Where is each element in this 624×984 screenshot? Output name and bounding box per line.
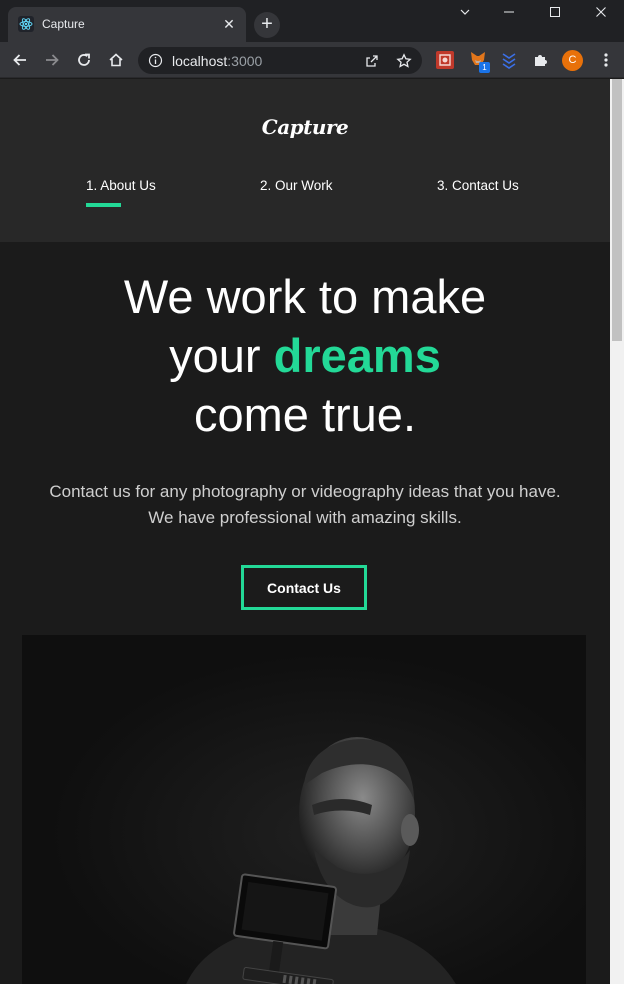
- react-favicon-icon: [18, 16, 34, 32]
- scrollbar-thumb[interactable]: [612, 79, 622, 341]
- minimize-button[interactable]: [486, 0, 532, 24]
- home-button[interactable]: [106, 50, 126, 70]
- arrow-left-icon: [13, 54, 26, 66]
- photographer-image: [22, 635, 586, 984]
- tab-close-icon[interactable]: ✕: [220, 15, 238, 33]
- site-logo[interactable]: Capture: [0, 115, 610, 139]
- extension-chevrons-icon[interactable]: [500, 51, 518, 69]
- url-port: :3000: [227, 53, 263, 69]
- hero-line-2-prefix: your: [169, 329, 274, 382]
- nav-link-contact-us[interactable]: 3. Contact Us: [437, 178, 519, 193]
- hero-line-3: come true.: [193, 388, 417, 441]
- info-icon[interactable]: [148, 53, 163, 68]
- address-bar[interactable]: localhost:3000: [138, 47, 422, 74]
- hero-description: Contact us for any photography or videog…: [0, 479, 610, 531]
- page-viewport: Capture 1. About Us 2. Our Work 3. Conta…: [0, 79, 610, 984]
- hero-description-line-2: We have professional with amazing skills…: [148, 508, 462, 527]
- window-controls: [444, 0, 624, 24]
- page-scrollbar[interactable]: [610, 79, 624, 984]
- close-icon: [596, 7, 606, 17]
- extension-metamask[interactable]: 1: [469, 50, 491, 74]
- star-icon[interactable]: [396, 53, 412, 69]
- active-nav-indicator: [86, 203, 121, 207]
- close-window-button[interactable]: [578, 0, 624, 24]
- share-icon[interactable]: [364, 53, 380, 69]
- hero-title: We work to make your dreams come true.: [0, 267, 610, 444]
- maximize-icon: [550, 7, 560, 17]
- tab-title: Capture: [42, 17, 85, 31]
- nav-link-our-work[interactable]: 2. Our Work: [260, 178, 333, 193]
- hero-description-line-1: Contact us for any photography or videog…: [49, 482, 561, 501]
- home-icon: [109, 53, 123, 67]
- more-vert-icon[interactable]: [600, 52, 612, 68]
- tab-search-button[interactable]: [444, 0, 486, 24]
- profile-avatar[interactable]: C: [562, 50, 583, 71]
- forward-button[interactable]: [42, 50, 62, 70]
- reload-button[interactable]: [74, 50, 94, 70]
- back-button[interactable]: [10, 50, 30, 70]
- url-text[interactable]: localhost:3000: [172, 53, 262, 69]
- hero-accent-word: dreams: [273, 329, 441, 382]
- extensions-puzzle-icon[interactable]: [532, 51, 550, 69]
- site-header: Capture 1. About Us 2. Our Work 3. Conta…: [0, 79, 610, 242]
- browser-titlebar: Capture ✕ +: [0, 0, 624, 42]
- new-tab-button[interactable]: +: [254, 12, 280, 38]
- browser-toolbar: localhost:3000 1 C: [0, 42, 624, 78]
- nav-link-about-us[interactable]: 1. About Us: [86, 178, 156, 193]
- arrow-right-icon: [46, 54, 59, 66]
- extension-badge: 1: [479, 62, 490, 73]
- hero-photo: [22, 635, 586, 984]
- reload-icon: [78, 53, 90, 66]
- contact-us-button[interactable]: Contact Us: [241, 565, 367, 610]
- url-host: localhost: [172, 53, 228, 69]
- hero-line-1: We work to make: [123, 270, 487, 323]
- chevron-down-icon: [460, 9, 470, 15]
- minimize-icon: [504, 11, 514, 13]
- extension-redux-icon[interactable]: [436, 51, 454, 69]
- browser-tab[interactable]: Capture ✕: [8, 7, 246, 42]
- maximize-button[interactable]: [532, 0, 578, 24]
